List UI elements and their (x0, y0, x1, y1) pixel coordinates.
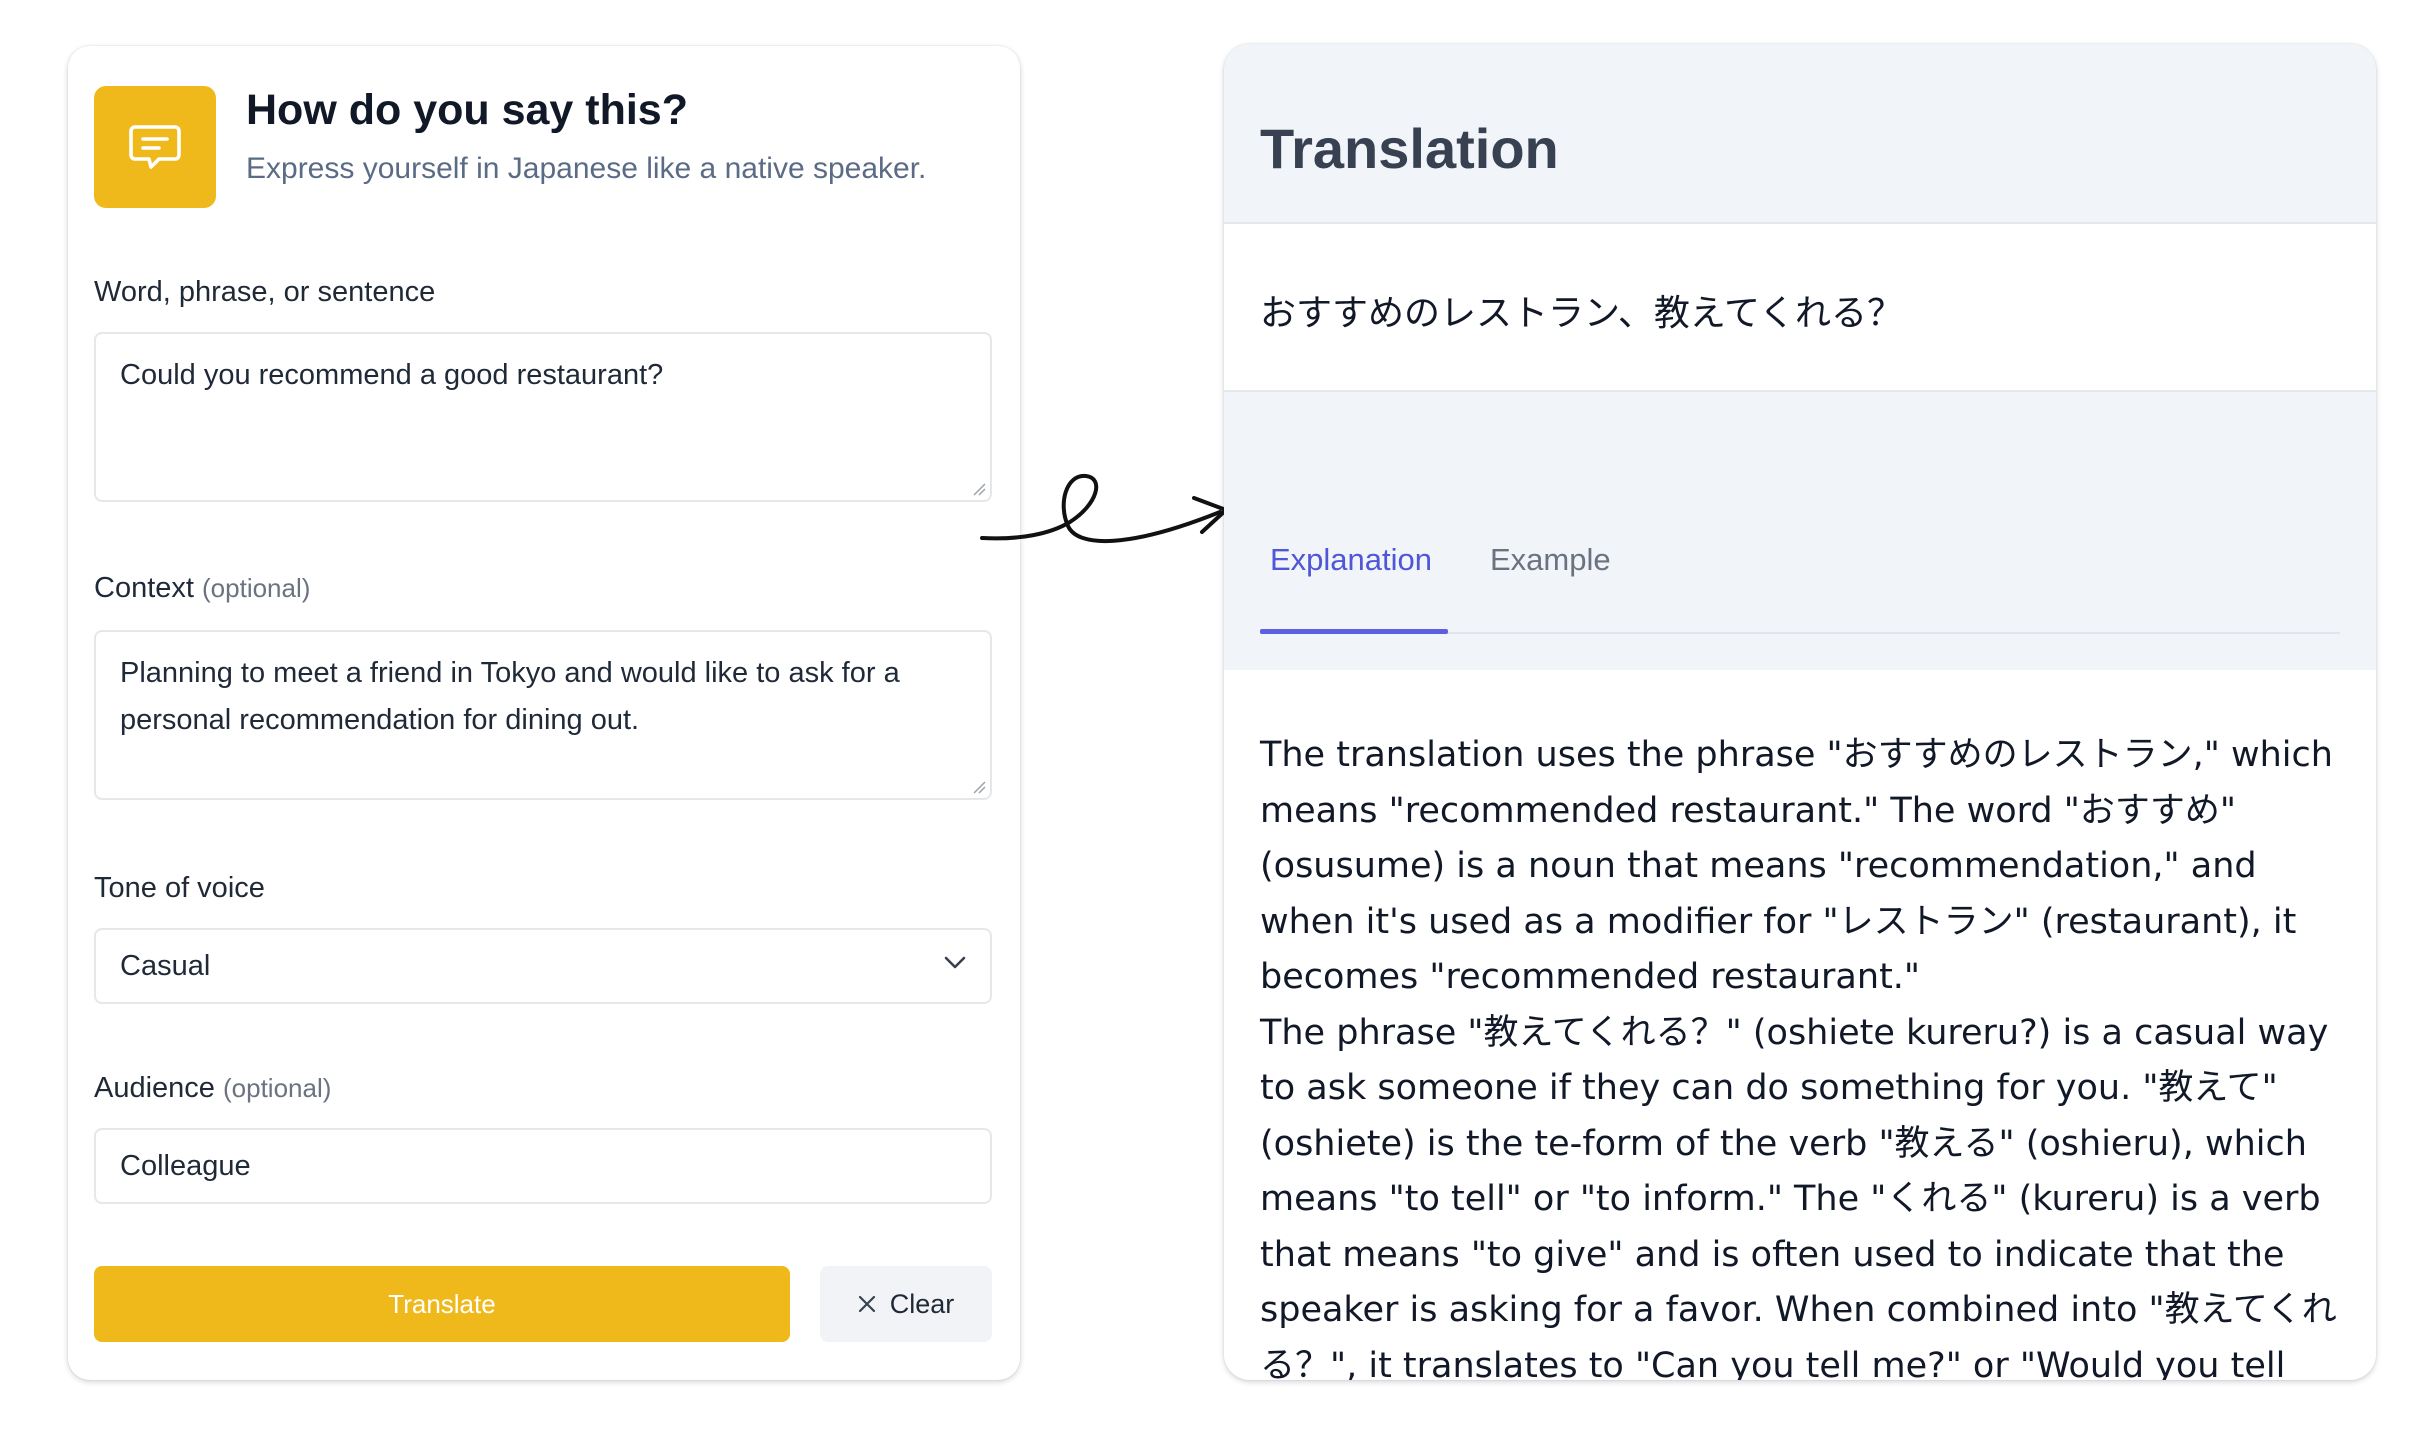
translation-output: おすすめのレストラン、教えてくれる？ (1224, 222, 2376, 392)
resize-grip-icon[interactable] (972, 780, 986, 794)
context-label: Context (optional) (94, 572, 310, 605)
translation-text: おすすめのレストラン、教えてくれる？ (1260, 293, 1903, 334)
phrase-textarea[interactable]: Could you recommend a good restaurant? (94, 332, 992, 502)
audience-label-text: Audience (94, 1072, 215, 1104)
phrase-label: Word, phrase, or sentence (94, 276, 436, 308)
tab-example[interactable]: Example (1490, 542, 1611, 578)
phrase-value: Could you recommend a good restaurant? (120, 359, 664, 391)
explanation-panel: The translation uses the phrase "おすすめのレス… (1224, 670, 2376, 1380)
tone-value: Casual (120, 949, 211, 982)
audience-label: Audience (optional) (94, 1072, 331, 1105)
form-subtitle: Express yourself in Japanese like a nati… (246, 152, 927, 185)
tab-explanation[interactable]: Explanation (1270, 542, 1432, 578)
translate-button[interactable]: Translate (94, 1266, 790, 1342)
form-title: How do you say this? (246, 86, 688, 134)
audience-input[interactable]: Colleague (94, 1128, 992, 1204)
chat-bubble-icon (94, 86, 216, 208)
explanation-text: The translation uses the phrase "おすすめのレス… (1260, 735, 2337, 1380)
tone-select[interactable]: Casual (94, 928, 992, 1004)
chevron-down-icon (944, 956, 966, 969)
close-icon (858, 1295, 875, 1313)
context-label-text: Context (94, 572, 194, 604)
translation-result-card: Translation おすすめのレストラン、教えてくれる？ Explanati… (1224, 44, 2376, 1380)
translation-form-card: How do you say this? Express yourself in… (68, 46, 1020, 1380)
clear-button-label: Clear (889, 1288, 955, 1319)
result-tabs: Explanation Example (1260, 504, 2340, 634)
context-optional-hint: (optional) (202, 573, 311, 603)
audience-optional-hint: (optional) (223, 1073, 332, 1103)
result-title: Translation (1260, 117, 1559, 180)
context-value: Planning to meet a friend in Tokyo and w… (120, 657, 900, 736)
active-tab-indicator (1260, 629, 1448, 634)
tone-label: Tone of voice (94, 872, 265, 904)
translate-button-label: Translate (388, 1288, 496, 1319)
curly-arrow-icon (980, 473, 1228, 544)
clear-button[interactable]: Clear (820, 1266, 992, 1342)
context-textarea[interactable]: Planning to meet a friend in Tokyo and w… (94, 630, 992, 800)
audience-value: Colleague (120, 1149, 251, 1182)
